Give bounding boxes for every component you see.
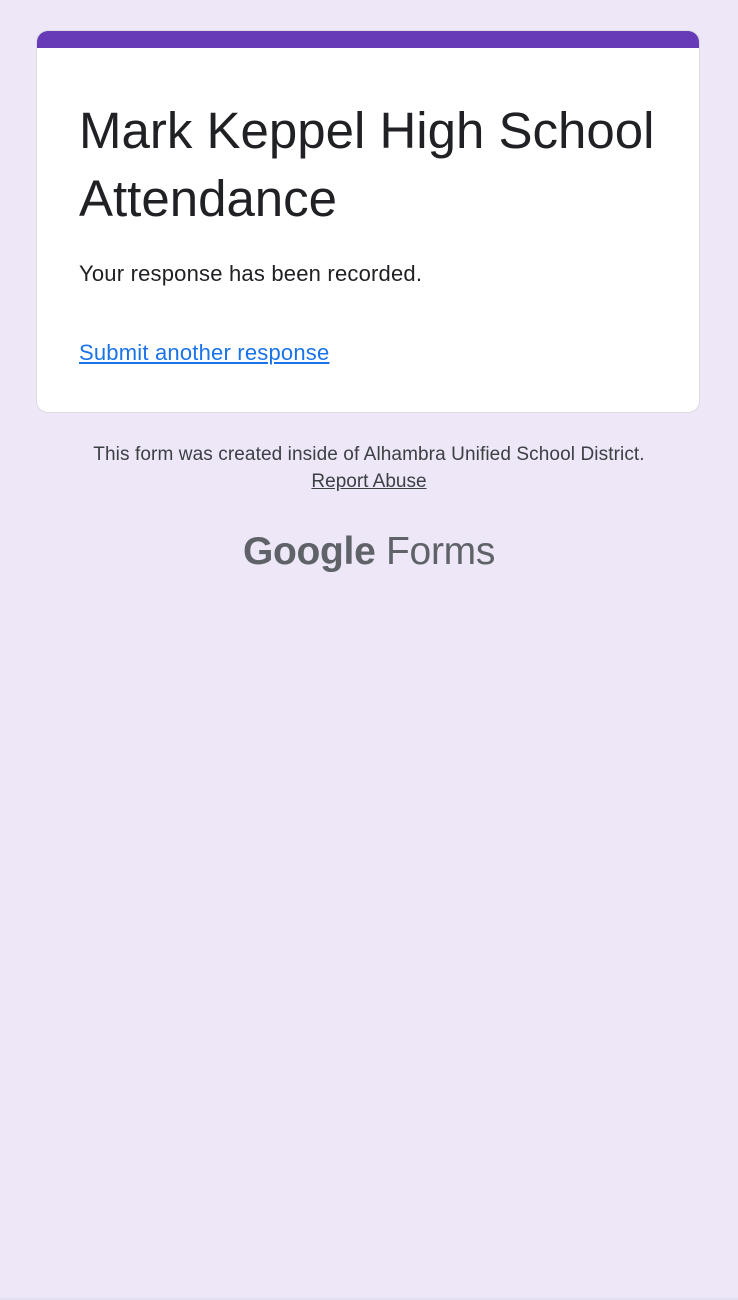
report-abuse-link[interactable]: Report Abuse [311,471,426,492]
response-card: Mark Keppel High School Attendance Your … [36,30,700,413]
form-title: Mark Keppel High School Attendance [79,102,655,227]
forms-wordmark: Forms [386,530,496,573]
report-abuse-row: Report Abuse [0,471,738,493]
google-wordmark: Google [242,530,376,573]
google-forms-logo[interactable]: Google Forms [0,530,738,574]
card-accent-bar [37,31,699,48]
submit-another-response-link[interactable]: Submit another response [79,340,329,366]
form-origin-note: This form was created inside of Alhambra… [93,444,645,465]
confirmation-message: Your response has been recorded. [79,261,423,286]
